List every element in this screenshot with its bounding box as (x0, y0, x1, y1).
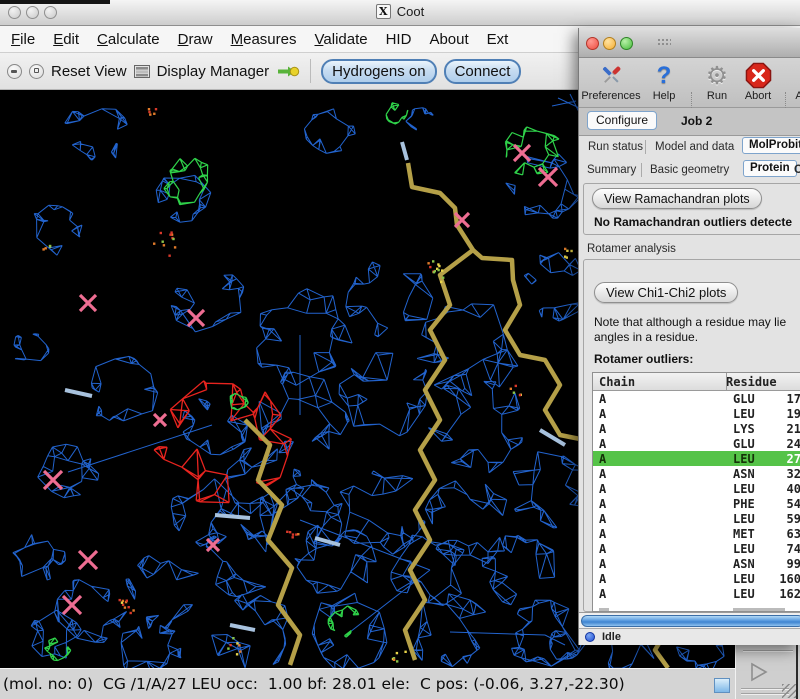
help-button[interactable]: Help (643, 90, 685, 102)
play-triangle-icon[interactable] (748, 662, 770, 682)
table-row[interactable]: AGLU24 (593, 436, 800, 451)
window-title: Coot (397, 4, 424, 19)
element-color-chip (714, 678, 730, 693)
panel-divider (743, 650, 793, 651)
window-edge (796, 638, 798, 699)
dialog-tab-strip: Configure Job 2 (579, 108, 800, 135)
view-chi1-chi2-plots-button[interactable]: View Chi1-Chi2 plots (594, 282, 738, 303)
column-residue[interactable]: Residue (726, 375, 777, 389)
table-row[interactable]: AASN99 (593, 556, 800, 571)
validation-dialog: Preferences ? Help ⚙ Run Abort (578, 28, 800, 645)
preferences-button[interactable]: Preferences (581, 90, 641, 102)
tab-run-status[interactable]: Run status (588, 141, 643, 153)
hydrogens-toggle-button[interactable]: Hydrogens on (321, 59, 436, 84)
table-header[interactable]: Chain Residue (593, 373, 800, 391)
resize-grip[interactable] (782, 684, 797, 698)
table-row[interactable]: ALEU162 (593, 586, 800, 601)
run-icon: ⚙ (695, 61, 739, 89)
menu-hid[interactable]: HID (377, 31, 421, 48)
rotamer-outliers-label: Rotamer outliers: (594, 352, 693, 366)
table-row[interactable]: APHE54 (593, 496, 800, 511)
idle-indicator-icon (585, 632, 595, 642)
menu-about[interactable]: About (420, 31, 477, 48)
table-row[interactable]: ALEU59 (593, 511, 800, 526)
tab-configure[interactable]: Configure (587, 111, 657, 130)
horizontal-scrollbar[interactable] (579, 612, 800, 628)
connect-button[interactable]: Connect (444, 59, 522, 84)
table-row-partial (593, 601, 800, 611)
dialog-minimize-button[interactable] (603, 37, 616, 50)
tab-job-2[interactable]: Job 2 (681, 114, 712, 128)
dialog-status-text: Idle (602, 631, 621, 643)
view-ramachandran-plots-button[interactable]: View Ramachandran plots (592, 188, 762, 209)
table-row-selected[interactable]: ALEU27 (593, 451, 800, 466)
tab-protein[interactable]: Protein (743, 160, 797, 177)
dialog-close-button[interactable] (586, 37, 599, 50)
table-row[interactable]: ALEU40 (593, 481, 800, 496)
dialog-toolbar: Preferences ? Help ⚙ Run Abort (579, 58, 800, 108)
reset-view-button[interactable]: Reset View (51, 63, 127, 80)
table-row[interactable]: AMET63 (593, 526, 800, 541)
column-chain[interactable]: Chain (593, 375, 726, 389)
tab-summary[interactable]: Summary (587, 164, 636, 176)
display-manager-icon (134, 65, 150, 78)
preferences-icon (581, 61, 641, 89)
scrollbar-thumb[interactable] (581, 615, 800, 627)
atom-status-text: (mol. no: 0) CG /1/A/27 LEU occ: 1.00 bf… (0, 675, 625, 693)
dialog-status-bar: Idle (579, 628, 800, 645)
titlebar-grip-dots (657, 38, 671, 46)
menu-file[interactable]: File (2, 31, 44, 48)
menu-draw[interactable]: Draw (169, 31, 222, 48)
tab-clashes-clipped[interactable]: Cl (794, 164, 800, 176)
help-icon: ? (643, 61, 685, 89)
go-to-atom-arrow-icon[interactable] (276, 64, 300, 79)
dialog-titlebar[interactable] (579, 28, 800, 58)
table-row[interactable]: ALYS21 (593, 421, 800, 436)
menu-calculate[interactable]: Calculate (88, 31, 169, 48)
rotamer-note-line1: Note that although a residue may lie (594, 315, 786, 329)
menu-extensions[interactable]: Ext (478, 31, 518, 48)
tab-basic-geometry[interactable]: Basic geometry (650, 164, 729, 176)
table-row[interactable]: ALEU74 (593, 541, 800, 556)
ramachandran-frame: View Ramachandran plots No Ramachandran … (583, 183, 800, 235)
main-titlebar[interactable]: X Coot (0, 0, 800, 26)
menu-measures[interactable]: Measures (222, 31, 306, 48)
display-manager-button[interactable]: Display Manager (157, 63, 270, 80)
rotamer-analysis-label: Rotamer analysis (587, 243, 676, 255)
rotamer-frame: View Chi1-Chi2 plots Note that although … (583, 259, 800, 612)
abort-icon (735, 61, 781, 89)
main-status-bar: (mol. no: 0) CG /1/A/27 LEU occ: 1.00 bf… (0, 668, 735, 699)
coot-application: X Coot File Edit Calculate Draw Measures… (0, 0, 800, 699)
undo-icon[interactable] (7, 64, 22, 79)
side-panel (735, 638, 800, 699)
rotamer-outliers-table[interactable]: Chain Residue AGLU17 ALEU19 ALYS21 AGLU2… (592, 372, 800, 612)
table-row[interactable]: AASN32 (593, 466, 800, 481)
tab-model-and-data[interactable]: Model and data (655, 141, 734, 153)
job-page: Run status Model and data MolProbit Summ… (579, 135, 800, 628)
menu-edit[interactable]: Edit (44, 31, 88, 48)
background-window-strip (0, 0, 110, 4)
redo-icon[interactable] (29, 64, 44, 79)
menu-validate[interactable]: Validate (305, 31, 376, 48)
table-row[interactable]: AGLU17 (593, 391, 800, 406)
run-button[interactable]: Run (695, 90, 739, 102)
toolbar-separator (310, 59, 311, 83)
dialog-zoom-button[interactable] (620, 37, 633, 50)
rotamer-note-line2: angles in a residue. (594, 330, 698, 344)
table-row[interactable]: ALEU160 (593, 571, 800, 586)
x11-icon: X (376, 4, 391, 19)
tab-molprobity[interactable]: MolProbit (742, 137, 800, 154)
table-row[interactable]: ALEU19 (593, 406, 800, 421)
clipped-toolbar-button[interactable]: A (789, 90, 800, 102)
ramachandran-status-text: No Ramachandran outliers detecte (594, 215, 792, 229)
abort-button[interactable]: Abort (735, 90, 781, 102)
